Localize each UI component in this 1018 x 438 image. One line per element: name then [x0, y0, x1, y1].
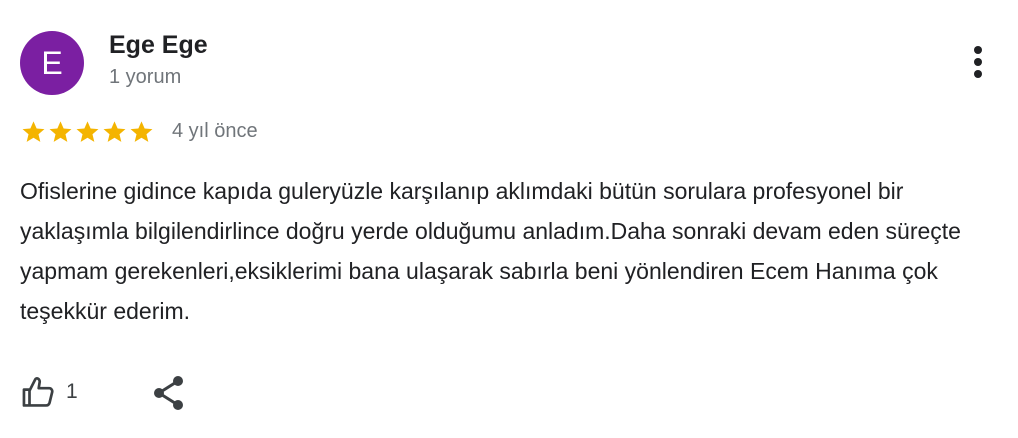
more-vert-icon — [974, 46, 982, 78]
star-icon — [22, 121, 45, 142]
star-icon — [130, 121, 153, 142]
review-card: E Ege Ege 1 yorum 4 yıl önce Ofislerine … — [0, 0, 1018, 438]
like-button[interactable]: 1 — [20, 372, 78, 412]
star-rating — [20, 119, 155, 145]
avatar[interactable]: E — [20, 31, 84, 95]
author-review-count: 1 yorum — [109, 66, 182, 88]
share-button[interactable] — [150, 374, 188, 412]
like-count: 1 — [66, 380, 78, 403]
star-icon — [49, 121, 72, 142]
more-options-button[interactable] — [960, 40, 996, 84]
author-name[interactable]: Ege Ege — [109, 31, 208, 60]
review-date: 4 yıl önce — [172, 120, 258, 142]
thumbs-up-icon — [22, 377, 54, 407]
share-icon — [154, 376, 183, 410]
star-icon — [103, 121, 126, 142]
avatar-letter: E — [41, 45, 63, 81]
review-text: Ofislerine gidince kapıda guleryüzle kar… — [20, 178, 961, 324]
star-icon — [76, 121, 99, 142]
